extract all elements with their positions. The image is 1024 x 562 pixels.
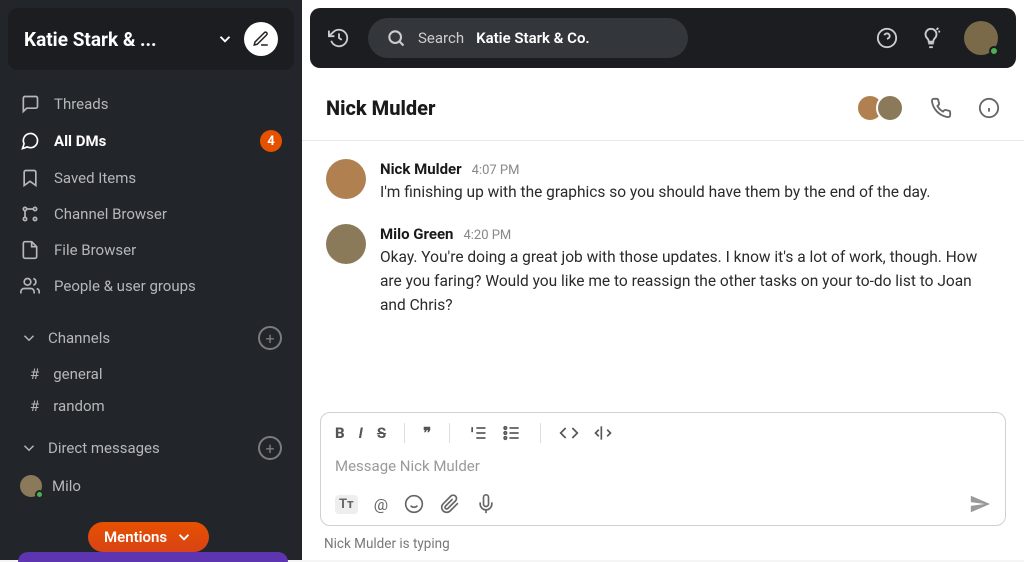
message-author: Nick Mulder (380, 160, 462, 178)
file-icon (20, 240, 40, 260)
unread-badge: 4 (260, 130, 282, 152)
attach-button[interactable] (440, 494, 460, 514)
user-avatar[interactable] (964, 21, 998, 55)
section-label: Direct messages (48, 439, 160, 457)
chevron-down-icon (20, 329, 38, 347)
add-dm-button[interactable]: + (258, 436, 282, 460)
main-panel: Search Katie Stark & Co. Nick Mulder Nic… (302, 0, 1024, 560)
mentions-label: Mentions (104, 528, 167, 546)
avatar[interactable] (326, 159, 366, 199)
call-button[interactable] (930, 97, 952, 119)
channel-name: general (53, 365, 102, 383)
channel-item[interactable]: # general (0, 358, 302, 390)
message-author: Milo Green (380, 225, 453, 243)
threads-icon (20, 94, 40, 114)
section-channels[interactable]: Channels + (0, 312, 302, 358)
formatting-toggle[interactable]: Tт (335, 495, 358, 514)
mention-button[interactable]: @ (374, 495, 388, 514)
message-body: I'm finishing up with the graphics so yo… (380, 180, 931, 204)
emoji-button[interactable] (404, 494, 424, 514)
help-button[interactable] (876, 27, 898, 49)
nav-label: People & user groups (54, 277, 196, 295)
quote-button[interactable]: ❞ (423, 424, 431, 442)
message-list: Nick Mulder 4:07 PM I'm finishing up wit… (302, 141, 1024, 406)
nav-people[interactable]: People & user groups (0, 268, 302, 304)
message: Nick Mulder 4:07 PM I'm finishing up wit… (326, 149, 1000, 214)
separator (449, 423, 450, 443)
message: Milo Green 4:20 PM Okay. You're doing a … (326, 214, 1000, 327)
channel-name: random (53, 397, 104, 415)
sidebar: Katie Stark & ... Threads All DMs 4 Save… (0, 0, 302, 560)
workspace-switcher[interactable]: Katie Stark & ... (8, 8, 294, 70)
primary-nav: Threads All DMs 4 Saved Items Channel Br… (0, 78, 302, 312)
separator (404, 423, 405, 443)
search-input[interactable]: Search Katie Stark & Co. (368, 18, 688, 58)
channel-item[interactable]: # random (0, 390, 302, 422)
hash-icon: # (30, 397, 39, 415)
add-channel-button[interactable]: + (258, 326, 282, 350)
codeblock-button[interactable] (593, 423, 613, 443)
search-label: Search (418, 29, 464, 47)
compose-button[interactable] (244, 22, 278, 56)
conversation-title: Nick Mulder (326, 96, 435, 120)
channel-browser-icon (20, 204, 40, 224)
nav-threads[interactable]: Threads (0, 86, 302, 122)
whats-new-button[interactable] (920, 27, 942, 49)
composer-actions: Tт @ (321, 485, 1005, 525)
composer-area: B I S ❞ Message Nick Mulder Tт @ (302, 406, 1024, 532)
history-button[interactable] (328, 27, 350, 49)
bold-button[interactable]: B (335, 424, 345, 442)
message-input[interactable]: Message Nick Mulder (321, 453, 1005, 485)
dm-name: Milo (52, 477, 81, 495)
chevron-down-icon (20, 439, 38, 457)
nav-all-dms[interactable]: All DMs 4 (0, 122, 302, 160)
composer: B I S ❞ Message Nick Mulder Tт @ (320, 412, 1006, 526)
avatar (876, 94, 904, 122)
hash-icon: # (30, 365, 39, 383)
section-label: Channels (48, 329, 110, 347)
separator (540, 423, 541, 443)
bullet-list-button[interactable] (502, 423, 522, 443)
audio-button[interactable] (476, 494, 496, 514)
code-button[interactable] (559, 423, 579, 443)
nav-file-browser[interactable]: File Browser (0, 232, 302, 268)
nav-label: File Browser (54, 241, 136, 259)
bottom-accent (18, 552, 288, 562)
avatar[interactable] (326, 224, 366, 264)
topbar: Search Katie Stark & Co. (310, 8, 1016, 68)
info-button[interactable] (978, 97, 1000, 119)
topbar-right (876, 21, 998, 55)
send-button[interactable] (969, 493, 991, 515)
nav-label: All DMs (54, 132, 106, 150)
people-icon (20, 276, 40, 296)
nav-label: Channel Browser (54, 205, 167, 223)
workspace-title: Katie Stark & ... (24, 28, 206, 51)
conversation-header: Nick Mulder (302, 76, 1024, 141)
italic-button[interactable]: I (359, 424, 363, 442)
bookmark-icon (20, 168, 40, 188)
presence-dot (35, 490, 44, 499)
message-time: 4:20 PM (463, 228, 511, 243)
nav-channel-browser[interactable]: Channel Browser (0, 196, 302, 232)
dms-icon (20, 131, 40, 151)
chevron-down-icon (216, 30, 234, 48)
message-body: Okay. You're doing a great job with thos… (380, 245, 1000, 317)
dm-item[interactable]: Milo (0, 468, 302, 504)
ordered-list-button[interactable] (468, 423, 488, 443)
presence-dot (989, 46, 999, 56)
message-time: 4:07 PM (472, 163, 520, 178)
search-icon (386, 28, 406, 48)
nav-label: Threads (54, 95, 108, 113)
nav-label: Saved Items (54, 169, 136, 187)
mentions-pill[interactable]: Mentions (88, 522, 209, 552)
section-direct-messages[interactable]: Direct messages + (0, 422, 302, 468)
strike-button[interactable]: S (377, 424, 386, 442)
search-scope: Katie Stark & Co. (476, 29, 590, 47)
nav-saved[interactable]: Saved Items (0, 160, 302, 196)
format-toolbar: B I S ❞ (321, 413, 1005, 453)
typing-indicator: Nick Mulder is typing (302, 532, 1024, 560)
avatar (20, 475, 42, 497)
chevron-down-icon (175, 528, 193, 546)
member-avatars[interactable] (856, 94, 904, 122)
